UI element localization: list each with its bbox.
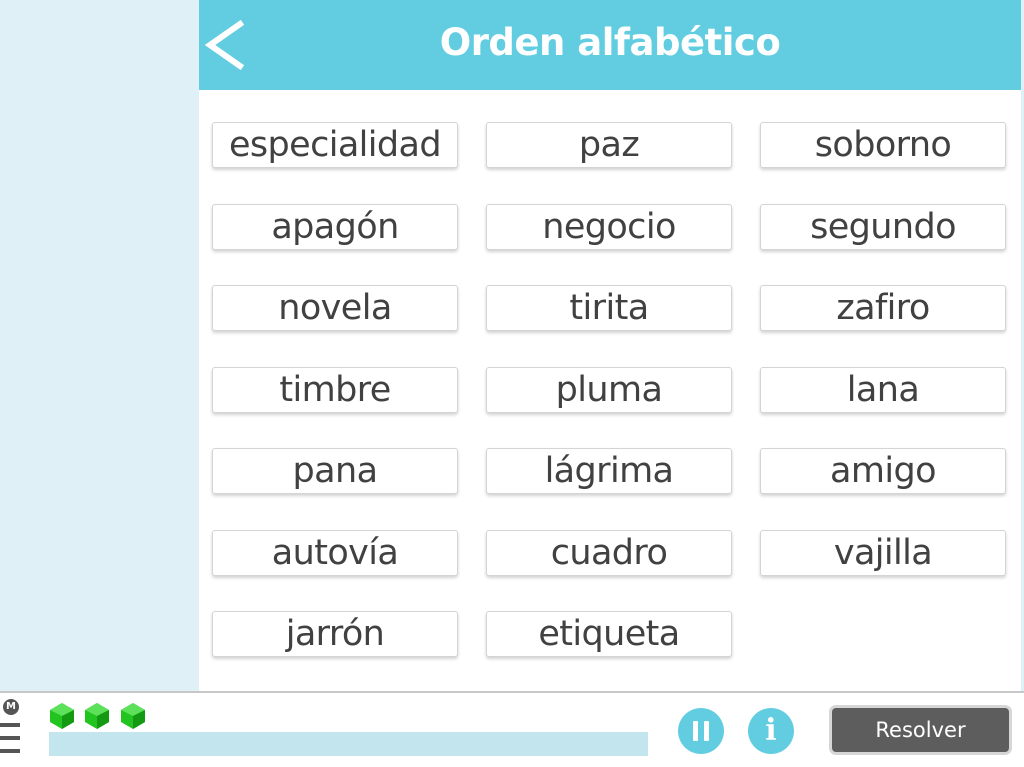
word-grid: especialidad paz soborno apagón negocio … [199,90,1021,691]
word-card[interactable]: lana [760,367,1006,413]
word-card[interactable]: amigo [760,448,1006,494]
menu-line [0,749,20,753]
progress-bar [49,732,648,756]
word-card[interactable]: segundo [760,204,1006,250]
info-button[interactable]: i [748,708,794,754]
word-card[interactable]: tirita [486,285,732,331]
word-card[interactable]: zafiro [760,285,1006,331]
pause-icon [693,721,698,741]
word-card[interactable]: soborno [760,122,1006,168]
word-card[interactable]: paz [486,122,732,168]
word-card[interactable]: vajilla [760,530,1006,576]
hamburger-menu-icon[interactable]: M [0,699,24,763]
app-window: Orden alfabético especialidad paz soborn… [0,0,1024,767]
word-card[interactable]: novela [212,285,458,331]
word-card[interactable]: pluma [486,367,732,413]
word-card[interactable]: lágrima [486,448,732,494]
word-card[interactable]: cuadro [486,530,732,576]
green-gem-icon [121,703,145,729]
info-icon: i [765,713,777,748]
menu-logo: M [3,699,19,715]
word-card[interactable]: autovía [212,530,458,576]
menu-line [0,723,20,727]
page-title: Orden alfabético [439,21,781,64]
resolve-button[interactable]: Resolver [829,705,1012,755]
word-card[interactable]: apagón [212,204,458,250]
pause-icon [704,721,709,741]
word-card[interactable]: negocio [486,204,732,250]
left-side-panel [0,0,199,693]
word-card[interactable]: timbre [212,367,458,413]
green-gem-icon [85,703,109,729]
word-card[interactable]: especialidad [212,122,458,168]
menu-line [0,736,20,740]
pause-button[interactable] [678,708,724,754]
word-card[interactable]: etiqueta [486,611,732,657]
word-card[interactable]: pana [212,448,458,494]
word-card[interactable]: jarrón [212,611,458,657]
green-gem-icon [50,703,74,729]
